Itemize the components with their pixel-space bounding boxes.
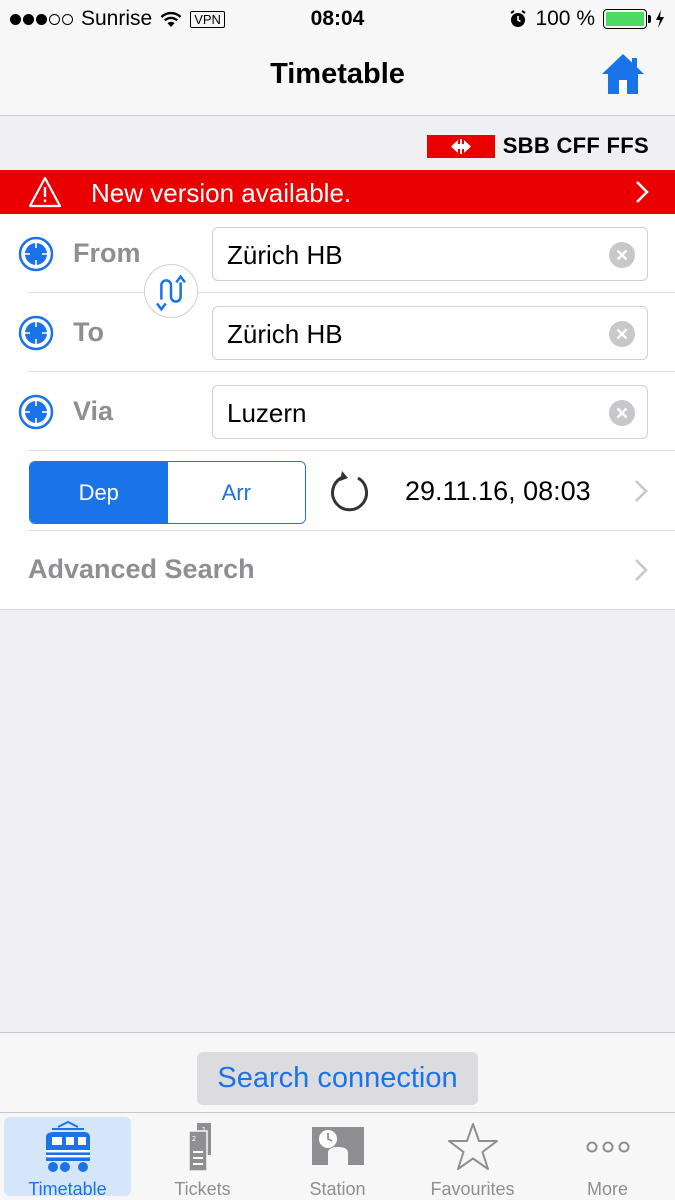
- train-icon: [45, 1121, 90, 1172]
- tab-label: More: [586, 1179, 628, 1199]
- tab-more[interactable]: More: [540, 1113, 675, 1200]
- tab-label: Tickets: [174, 1179, 231, 1199]
- to-row: To: [0, 293, 675, 372]
- location-target-icon[interactable]: [18, 394, 54, 430]
- logo-strip: SBB CFF FFS: [0, 117, 675, 170]
- clear-icon[interactable]: [609, 400, 635, 426]
- divider: [28, 450, 675, 451]
- via-row: Via: [0, 372, 675, 451]
- svg-text:2: 2: [191, 1135, 195, 1143]
- chevron-right-icon: [635, 559, 648, 581]
- navigation-bar: Timetable: [0, 38, 675, 116]
- tab-favourites[interactable]: Favourites: [405, 1113, 540, 1200]
- sbb-arrow-icon: [426, 134, 495, 158]
- search-connection-button[interactable]: Search connection: [197, 1052, 478, 1105]
- charging-bolt-icon: [656, 10, 664, 28]
- tab-timetable[interactable]: Timetable: [0, 1113, 135, 1200]
- from-input[interactable]: [227, 236, 597, 274]
- tab-label: Station: [309, 1179, 366, 1199]
- via-field[interactable]: [212, 385, 648, 439]
- search-area: Search connection: [0, 1032, 675, 1112]
- clear-icon[interactable]: [609, 321, 635, 347]
- battery-icon: [603, 9, 651, 29]
- alarm-icon: [510, 10, 527, 27]
- new-version-banner[interactable]: New version available.: [0, 170, 675, 214]
- from-label: From: [73, 238, 141, 268]
- swap-stations-icon[interactable]: [144, 264, 198, 318]
- divider: [28, 530, 675, 531]
- status-right: 100 %: [509, 7, 665, 31]
- star-icon: [447, 1123, 498, 1170]
- station-clock-icon: [311, 1127, 364, 1165]
- from-field[interactable]: [212, 227, 648, 281]
- tab-bar: Timetable 1 2 Tickets Station Favourites: [0, 1112, 675, 1200]
- timetable-form: From To: [0, 214, 675, 610]
- logo-text: SBB CFF FFS: [502, 133, 649, 158]
- location-target-icon[interactable]: [18, 236, 54, 272]
- location-target-icon[interactable]: [18, 315, 54, 351]
- tab-label: Favourites: [430, 1179, 515, 1199]
- tickets-icon: 1 2: [187, 1123, 211, 1172]
- chevron-right-icon: [636, 181, 649, 203]
- tab-label: Timetable: [28, 1179, 107, 1199]
- sbb-logo: SBB CFF FFS: [426, 133, 649, 159]
- departure-option[interactable]: Dep: [30, 462, 168, 523]
- arrival-option[interactable]: Arr: [167, 462, 305, 523]
- clear-icon[interactable]: [609, 242, 635, 268]
- warning-icon: [28, 176, 62, 208]
- tab-station[interactable]: Station: [270, 1113, 405, 1200]
- to-input[interactable]: [227, 315, 597, 353]
- via-label: Via: [73, 396, 114, 426]
- status-bar: Sunrise VPN 08:04 100 %: [0, 0, 675, 38]
- date-time-value[interactable]: 29.11.16, 08:03: [405, 476, 591, 507]
- battery-percent: 100 %: [535, 7, 595, 30]
- chevron-right-icon: [635, 480, 648, 502]
- to-label: To: [73, 317, 104, 347]
- from-row: From: [0, 214, 675, 293]
- reset-time-icon[interactable]: [328, 470, 372, 514]
- home-icon[interactable]: [599, 50, 647, 98]
- page-title: Timetable: [270, 58, 405, 90]
- advanced-search-link[interactable]: Advanced Search: [28, 554, 255, 585]
- to-field[interactable]: [212, 306, 648, 360]
- dep-arr-toggle[interactable]: Dep Arr: [29, 461, 306, 524]
- tab-tickets[interactable]: 1 2 Tickets: [135, 1113, 270, 1200]
- banner-text: New version available.: [91, 178, 352, 208]
- via-input[interactable]: [227, 394, 597, 432]
- more-dots-icon: [586, 1141, 629, 1153]
